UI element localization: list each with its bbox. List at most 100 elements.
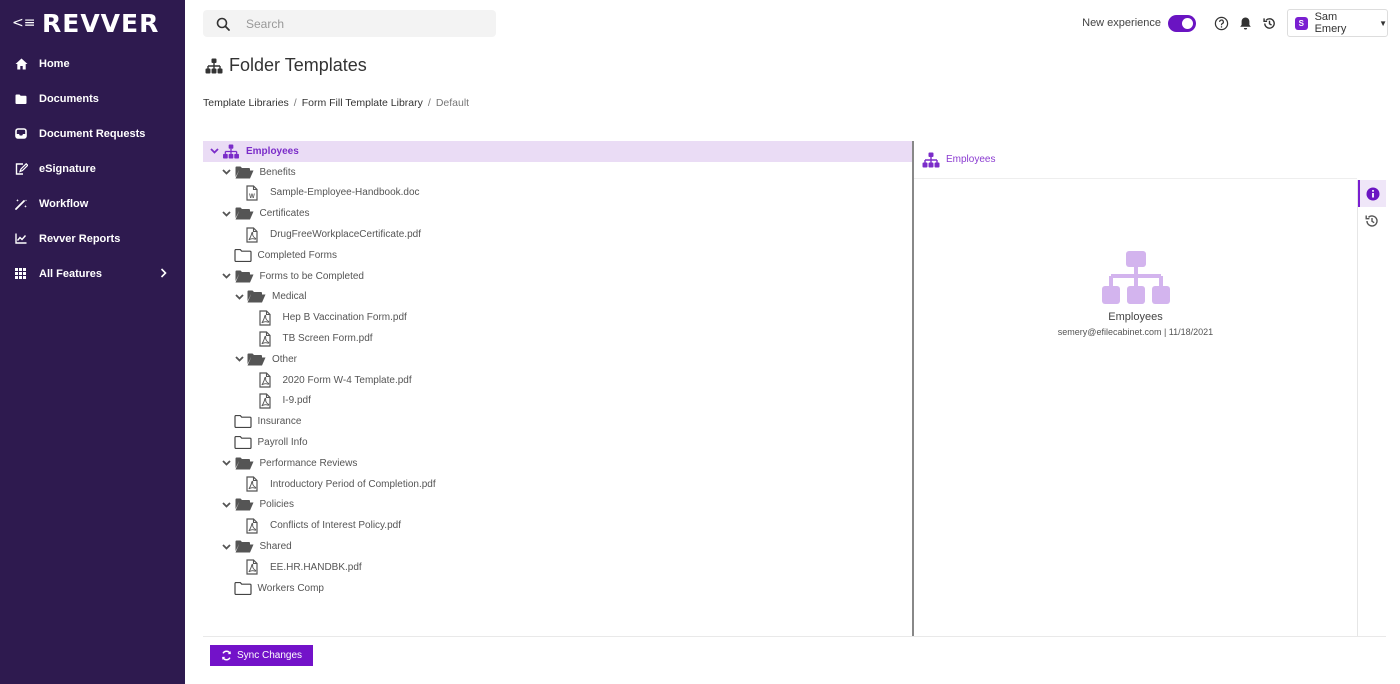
breadcrumb-current: Default (435, 97, 470, 109)
tree-row[interactable]: W Sample-Employee-Handbook.doc (203, 183, 913, 204)
history-icon (1365, 214, 1378, 227)
tree-row-label: TB Screen Form.pdf (282, 333, 373, 345)
sidebar-item-label: All Features (39, 267, 102, 280)
logo[interactable]: REVVER (42, 9, 159, 38)
breadcrumb-separator: / (293, 97, 297, 109)
tree-row[interactable]: Other (203, 349, 913, 370)
tree-row[interactable]: Completed Forms (203, 245, 913, 266)
sidebar-item-label: eSignature (39, 162, 96, 175)
sidebar-item-label: Workflow (39, 197, 89, 210)
tree-row[interactable]: Workers Comp (203, 578, 913, 599)
new-experience-toggle[interactable] (1168, 14, 1196, 32)
tree-row-label: Other (272, 353, 298, 365)
user-name: Sam Emery (1314, 11, 1347, 35)
folder-open-icon (235, 270, 254, 283)
tab-info[interactable] (1358, 180, 1386, 207)
bell-icon[interactable] (1237, 15, 1253, 31)
tree-row[interactable]: Benefits (203, 162, 913, 183)
history-icon[interactable] (1261, 15, 1277, 31)
pdf-file-icon (258, 393, 271, 409)
tree-row[interactable]: Policies (203, 495, 913, 516)
info-icon (1366, 187, 1380, 200)
tree-row[interactable]: Insurance (203, 411, 913, 432)
folder-icon (233, 436, 252, 450)
tree-row[interactable]: TB Screen Form.pdf (203, 328, 913, 349)
tree-row[interactable]: Forms to be Completed (203, 266, 913, 287)
tree-row-label: Introductory Period of Completion.pdf (270, 478, 436, 490)
sitemap-large-icon (1101, 251, 1170, 304)
sidebar-item-label: Home (39, 57, 70, 70)
tree-row[interactable]: Payroll Info (203, 432, 913, 453)
tree-row[interactable]: Shared (203, 536, 913, 557)
pdf-file-icon (246, 559, 258, 575)
collapse-menu-icon[interactable]: <≡ (12, 15, 35, 31)
caret-down-icon: ▼ (1379, 18, 1387, 28)
tree-row-label: Sample-Employee-Handbook.doc (270, 187, 420, 199)
tree-row[interactable]: DrugFreeWorkplaceCertificate.pdf (203, 224, 913, 245)
chevron-down-icon[interactable] (221, 543, 233, 550)
tree-row-label: Workers Comp (257, 582, 325, 594)
sync-changes-button[interactable]: Sync Changes (210, 645, 313, 666)
detail-header: Employees (914, 141, 1357, 179)
sidebar-item-label: Documents (39, 92, 99, 105)
sidebar-item-esignature[interactable]: eSignature (0, 151, 185, 186)
sidebar-item-document-requests[interactable]: Document Requests (0, 116, 185, 151)
page-title: Folder Templates (229, 55, 367, 75)
tree-row[interactable]: Medical (203, 287, 913, 308)
chevron-down-icon[interactable] (233, 294, 245, 300)
breadcrumb-template-libraries[interactable]: Template Libraries (203, 97, 289, 109)
sidebar-item-all-features[interactable]: All Features (0, 256, 185, 291)
pdf-file-icon (246, 476, 258, 492)
magic-wand-icon (15, 198, 39, 210)
tree-row[interactable]: EE.HR.HANDBK.pdf (203, 557, 913, 578)
search-bar[interactable] (203, 10, 496, 37)
chevron-down-icon[interactable] (233, 356, 245, 363)
chevron-down-icon[interactable] (221, 502, 233, 508)
tree-row[interactable]: Employees (203, 141, 913, 162)
chevron-down-icon[interactable] (221, 273, 233, 279)
folder-icon (233, 581, 252, 595)
sidebar-item-documents[interactable]: Documents (0, 81, 185, 116)
tree-row-label: Completed Forms (257, 249, 337, 261)
sidebar-item-home[interactable]: Home (0, 46, 185, 81)
tree-row-label: Certificates (259, 208, 310, 220)
tree-row-label: 2020 Form W-4 Template.pdf (282, 374, 412, 386)
help-icon[interactable] (1213, 15, 1229, 31)
sidebar: <≡ REVVER Home Documents Document Requests… (0, 0, 185, 684)
tree-row-label: EE.HR.HANDBK.pdf (270, 561, 362, 573)
chevron-down-icon[interactable] (221, 211, 233, 217)
user-menu-button[interactable]: S Sam Emery ▼ (1287, 9, 1388, 37)
sidebar-item-revver-reports[interactable]: Revver Reports (0, 221, 185, 256)
sidebar-header: <≡ REVVER (0, 0, 185, 46)
pdf-file-icon (258, 330, 271, 347)
tree-row[interactable]: Introductory Period of Completion.pdf (203, 474, 913, 495)
tab-history[interactable] (1358, 207, 1386, 234)
breadcrumb-form-fill-library[interactable]: Form Fill Template Library (302, 97, 423, 109)
tree-row[interactable]: Conflicts of Interest Policy.pdf (203, 515, 913, 536)
tree-row[interactable]: Certificates (203, 203, 913, 224)
sitemap-icon (222, 144, 240, 159)
folder-open-icon (235, 540, 254, 553)
tree-row[interactable]: 2020 Form W-4 Template.pdf (203, 370, 913, 391)
inbox-icon (15, 128, 39, 139)
tree-row[interactable]: Performance Reviews (203, 453, 913, 474)
tree-row-label: Shared (259, 541, 292, 553)
chevron-down-icon[interactable] (221, 460, 233, 467)
tree-row-label: Benefits (259, 166, 296, 178)
app-root: <≡ REVVER Home Documents Document Requests… (0, 0, 1400, 684)
pdf-file-icon (246, 226, 258, 243)
tree-row-label: I-9.pdf (282, 395, 311, 407)
tree-row[interactable]: Hep B Vaccination Form.pdf (203, 307, 913, 328)
sidebar-item-workflow[interactable]: Workflow (0, 186, 185, 221)
chevron-down-icon[interactable] (208, 148, 220, 155)
tree-row-label: Hep B Vaccination Form.pdf (282, 312, 407, 324)
home-icon (15, 58, 39, 70)
tree-row-label: DrugFreeWorkplaceCertificate.pdf (270, 229, 421, 241)
tree-row[interactable]: I-9.pdf (203, 391, 913, 412)
avatar: S (1295, 16, 1308, 30)
toggle-knob (1182, 17, 1193, 29)
tree-row-label: Forms to be Completed (259, 270, 365, 282)
search-input[interactable] (246, 16, 466, 31)
search-icon (216, 17, 230, 31)
chevron-down-icon[interactable] (221, 169, 233, 175)
